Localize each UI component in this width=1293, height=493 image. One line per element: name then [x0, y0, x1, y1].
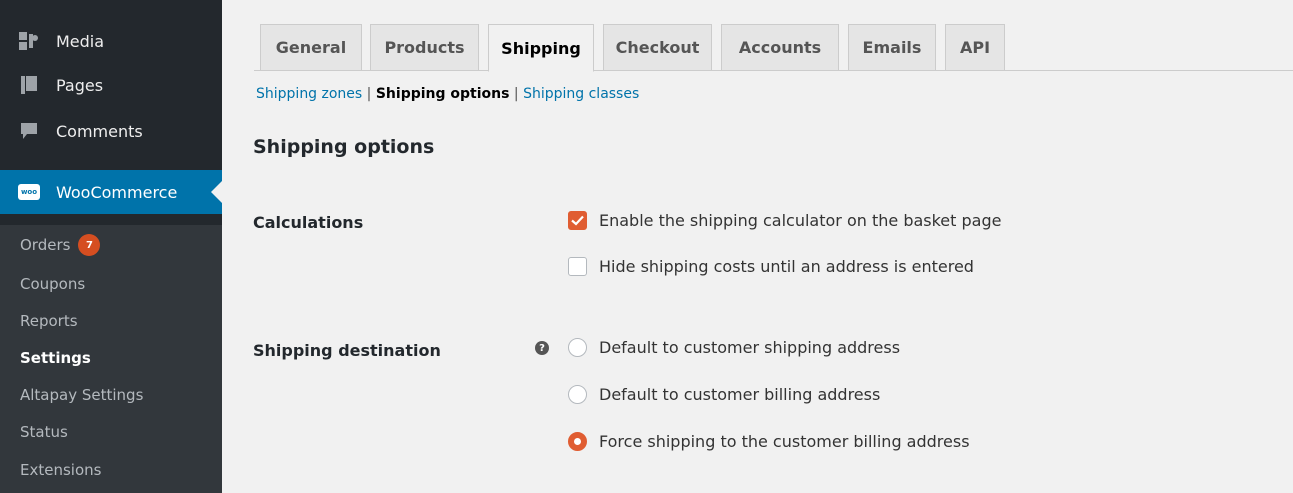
force-billing-address-option[interactable]: Force shipping to the customer billing a…	[568, 432, 970, 451]
tab-api[interactable]: API	[945, 24, 1005, 71]
force-billing-address-radio[interactable]	[568, 432, 587, 451]
hide-costs-option[interactable]: Hide shipping costs until an address is …	[568, 257, 974, 276]
submenu-item-reports[interactable]: Reports	[20, 306, 78, 336]
submenu-item-status[interactable]: Status	[20, 417, 68, 447]
tab-products[interactable]: Products	[370, 24, 479, 71]
media-icon	[18, 30, 40, 52]
current-menu-arrow	[211, 181, 222, 203]
comments-icon	[18, 120, 40, 142]
destination-billing-address-radio[interactable]	[568, 385, 587, 404]
destination-billing-address-option[interactable]: Default to customer billing address	[568, 385, 880, 404]
woocommerce-icon: woo	[18, 181, 40, 203]
admin-sidebar: Media Pages Comments woo WooCommerce Ord…	[0, 0, 222, 493]
enable-calculator-checkbox[interactable]	[568, 211, 587, 230]
submenu-item-altapay-settings[interactable]: Altapay Settings	[20, 380, 143, 410]
pages-icon	[18, 74, 40, 96]
page-title: Shipping options	[253, 136, 435, 158]
tab-checkout[interactable]: Checkout	[603, 24, 712, 71]
settings-main: General Products Shipping Checkout Accou…	[222, 0, 1293, 493]
tab-emails[interactable]: Emails	[848, 24, 936, 71]
submenu-item-extensions[interactable]: Extensions	[20, 455, 101, 485]
option-label: Hide shipping costs until an address is …	[599, 257, 974, 276]
menu-item-comments[interactable]: Comments	[0, 109, 222, 153]
link-shipping-zones[interactable]: Shipping zones	[256, 86, 362, 102]
woocommerce-logo: woo	[18, 184, 40, 200]
destination-shipping-address-option[interactable]: Default to customer shipping address	[568, 338, 900, 357]
option-label: Default to customer billing address	[599, 385, 881, 404]
destination-shipping-address-radio[interactable]	[568, 338, 587, 357]
shipping-destination-label: Shipping destination	[253, 341, 441, 360]
help-tip-icon[interactable]: ?	[535, 341, 549, 355]
orders-count-badge: 7	[78, 234, 101, 256]
menu-label: WooCommerce	[56, 182, 178, 202]
menu-label: Media	[56, 31, 105, 51]
subnav-separator: |	[513, 86, 519, 102]
enable-calculator-option[interactable]: Enable the shipping calculator on the ba…	[568, 211, 1001, 230]
tab-general[interactable]: General	[260, 24, 362, 71]
link-shipping-classes[interactable]: Shipping classes	[523, 86, 639, 102]
menu-item-pages[interactable]: Pages	[0, 63, 222, 107]
woocommerce-submenu: Orders 7 Coupons Reports Settings Altapa…	[0, 225, 222, 493]
submenu-item-orders[interactable]: Orders 7	[20, 230, 101, 260]
current-shipping-options: Shipping options	[375, 86, 510, 102]
shipping-subnav: Shipping zones | Shipping options | Ship…	[256, 86, 639, 102]
option-label: Force shipping to the customer billing a…	[599, 432, 970, 451]
calculations-label: Calculations	[253, 213, 364, 232]
submenu-item-coupons[interactable]: Coupons	[20, 269, 85, 299]
tab-shipping[interactable]: Shipping	[488, 24, 594, 72]
menu-item-woocommerce[interactable]: woo WooCommerce	[0, 170, 222, 214]
subnav-separator: |	[366, 86, 372, 102]
menu-label: Comments	[56, 121, 143, 141]
submenu-item-settings[interactable]: Settings	[20, 343, 91, 373]
hide-costs-checkbox[interactable]	[568, 257, 587, 276]
menu-item-media[interactable]: Media	[0, 19, 222, 63]
checkmark-icon	[571, 215, 584, 226]
tab-accounts[interactable]: Accounts	[721, 24, 839, 71]
option-label: Default to customer shipping address	[599, 338, 901, 357]
menu-label: Pages	[56, 75, 104, 95]
option-label: Enable the shipping calculator on the ba…	[599, 211, 1002, 230]
